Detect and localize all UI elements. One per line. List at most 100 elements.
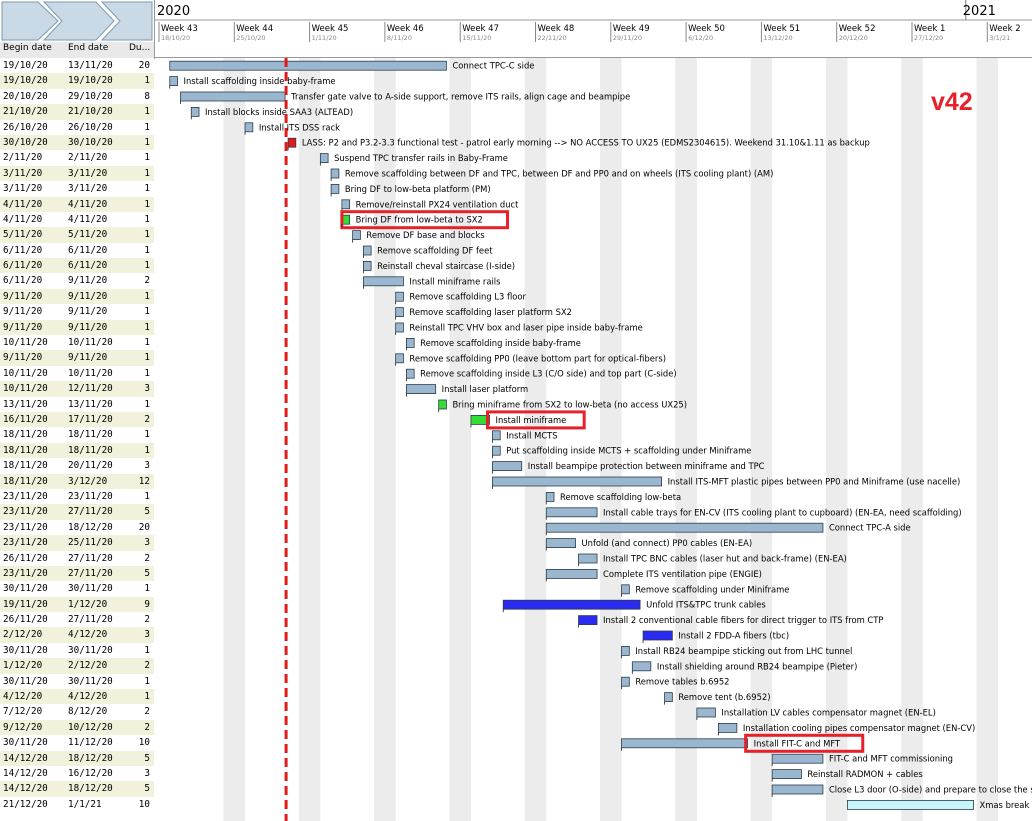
table-row[interactable]: 13/11/20 13/11/20 1 (0, 396, 154, 412)
task-bar[interactable] (771, 753, 824, 764)
task-bar[interactable] (244, 122, 254, 133)
task-bar[interactable] (492, 430, 501, 441)
table-row[interactable]: 9/11/20 9/11/20 1 (0, 304, 154, 320)
task-bar[interactable] (395, 291, 404, 302)
table-row[interactable]: 9/11/20 9/11/20 1 (0, 319, 154, 336)
table-row[interactable]: 5/11/20 5/11/20 1 (0, 227, 154, 243)
task-bar[interactable] (330, 183, 340, 194)
task-bar[interactable] (319, 153, 329, 164)
task-bar[interactable] (771, 784, 824, 795)
table-row[interactable]: 21/12/20 1/1/21 10 (0, 796, 154, 813)
table-row[interactable]: 6/11/20 6/11/20 1 (0, 242, 154, 259)
task-bar[interactable] (696, 707, 716, 718)
task-bar[interactable] (621, 738, 749, 749)
table-row[interactable]: 18/11/20 18/11/20 1 (0, 427, 154, 443)
task-bar[interactable] (492, 445, 501, 456)
table-row[interactable]: 26/10/20 26/10/20 1 (0, 119, 154, 135)
task-bar[interactable] (341, 199, 351, 210)
table-row[interactable]: 10/11/20 10/11/20 1 (0, 335, 154, 351)
task-bar[interactable] (169, 60, 447, 71)
task-bar[interactable] (492, 476, 662, 487)
table-row[interactable]: 26/11/20 27/11/20 2 (0, 550, 154, 566)
table-row[interactable]: 18/11/20 20/11/20 3 (0, 458, 154, 474)
table-row[interactable]: 4/11/20 4/11/20 1 (0, 211, 154, 228)
task-bar[interactable] (847, 800, 974, 810)
table-row[interactable]: 10/11/20 12/11/20 3 (0, 381, 154, 397)
task-label: Install MCTS (506, 430, 557, 440)
task-bar[interactable] (362, 245, 372, 256)
task-bar[interactable] (395, 307, 404, 318)
task-bar[interactable] (406, 368, 415, 379)
task-bar[interactable] (362, 260, 372, 271)
task-bar[interactable] (545, 569, 598, 579)
task-bar[interactable] (664, 692, 673, 702)
task-bar[interactable] (438, 399, 447, 410)
task-bar[interactable] (395, 322, 404, 333)
table-row[interactable]: 30/10/20 30/10/20 1 (0, 134, 154, 151)
task-bar[interactable] (621, 676, 630, 687)
table-row[interactable]: 26/11/20 27/11/20 2 (0, 612, 154, 628)
task-bar[interactable] (362, 276, 404, 287)
column-header-duration[interactable]: Du... (129, 43, 150, 53)
table-row[interactable]: 23/11/20 27/11/20 5 (0, 504, 154, 520)
task-bar[interactable] (287, 137, 297, 148)
table-row[interactable]: 14/12/20 18/12/20 5 (0, 750, 154, 766)
task-bar[interactable] (169, 76, 178, 86)
table-row[interactable]: 19/10/20 13/11/20 20 (0, 58, 154, 74)
table-row[interactable]: 23/11/20 23/11/20 1 (0, 488, 154, 505)
task-bar[interactable] (545, 507, 598, 518)
table-row[interactable]: 6/11/20 9/11/20 2 (0, 273, 154, 289)
table-row[interactable]: 19/11/20 1/12/20 9 (0, 596, 154, 613)
task-bar[interactable] (395, 353, 404, 364)
table-row[interactable]: 14/12/20 16/12/20 3 (0, 765, 154, 782)
task-bar[interactable] (621, 646, 630, 656)
task-bar[interactable] (492, 461, 523, 472)
table-row[interactable]: 18/11/20 3/12/20 12 (0, 473, 154, 489)
table-row[interactable]: 7/12/20 8/12/20 2 (0, 704, 154, 720)
column-header-begin[interactable]: Begin date (3, 43, 52, 53)
table-row[interactable]: 30/11/20 30/11/20 1 (0, 642, 154, 659)
table-row[interactable]: 23/11/20 18/12/20 20 (0, 519, 154, 536)
task-bar[interactable] (330, 168, 340, 179)
table-row[interactable]: 14/12/20 18/12/20 5 (0, 781, 154, 797)
table-row[interactable]: 16/11/20 17/11/20 2 (0, 411, 154, 428)
table-row[interactable]: 30/11/20 30/11/20 1 (0, 581, 154, 597)
table-row[interactable]: 4/12/20 4/12/20 1 (0, 689, 154, 705)
table-row[interactable]: 23/11/20 25/11/20 3 (0, 535, 154, 551)
table-row[interactable]: 20/10/20 29/10/20 8 (0, 88, 154, 105)
task-bar[interactable] (406, 337, 415, 348)
table-row[interactable]: 6/11/20 6/11/20 1 (0, 258, 154, 274)
table-row[interactable]: 21/10/20 21/10/20 1 (0, 104, 154, 120)
table-row[interactable]: 4/11/20 4/11/20 1 (0, 196, 154, 212)
table-row[interactable]: 3/11/20 3/11/20 1 (0, 165, 154, 182)
task-bar[interactable] (502, 599, 641, 610)
table-row[interactable]: 18/11/20 18/11/20 1 (0, 442, 154, 459)
table-row[interactable]: 2/11/20 2/11/20 1 (0, 150, 154, 166)
table-row[interactable]: 2/12/20 4/12/20 3 (0, 627, 154, 643)
task-bar[interactable] (545, 491, 555, 502)
table-row[interactable]: 23/11/20 27/11/20 5 (0, 565, 154, 582)
task-bar[interactable] (545, 522, 824, 533)
task-bar[interactable] (578, 553, 598, 564)
table-row[interactable]: 9/11/20 9/11/20 1 (0, 350, 154, 366)
task-bar[interactable] (578, 615, 598, 625)
table-row[interactable]: 9/11/20 9/11/20 1 (0, 288, 154, 305)
task-bar[interactable] (642, 630, 673, 641)
table-row[interactable]: 19/10/20 19/10/20 1 (0, 73, 154, 89)
task-bar[interactable] (621, 584, 630, 595)
task-bar[interactable] (406, 384, 437, 395)
table-row[interactable]: 10/11/20 10/11/20 1 (0, 365, 154, 382)
task-bar[interactable] (190, 107, 200, 117)
task-bar[interactable] (717, 723, 738, 733)
table-row[interactable]: 3/11/20 3/11/20 1 (0, 181, 154, 197)
task-bar[interactable] (545, 538, 576, 548)
table-row[interactable]: 30/11/20 11/12/20 10 (0, 735, 154, 751)
column-header-end[interactable]: End date (68, 43, 108, 53)
task-bar[interactable] (352, 230, 361, 241)
task-bar[interactable] (631, 661, 652, 672)
table-row[interactable]: 1/12/20 2/12/20 2 (0, 658, 154, 674)
task-bar[interactable] (180, 91, 286, 102)
table-row[interactable]: 9/12/20 10/12/20 2 (0, 719, 154, 736)
task-bar[interactable] (771, 769, 802, 779)
table-row[interactable]: 30/11/20 30/11/20 1 (0, 673, 154, 690)
